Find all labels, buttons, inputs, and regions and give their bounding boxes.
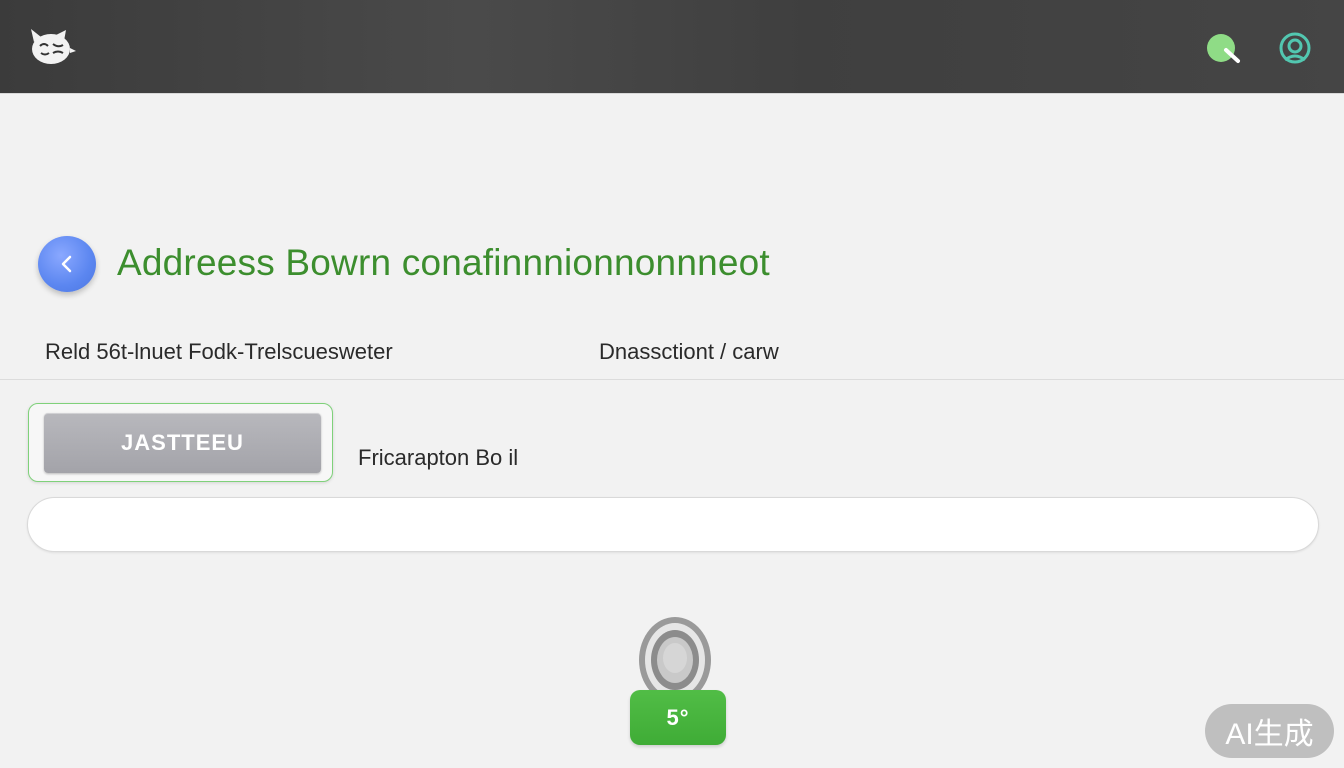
watermark-text: AI生成 xyxy=(1225,718,1314,751)
divider xyxy=(0,379,1344,380)
meta-left-text: Reld 56t-lnuet Fodk-Trelscuesweter xyxy=(45,339,393,364)
submit-button[interactable]: 5° xyxy=(630,690,726,745)
cat-logo-icon[interactable] xyxy=(26,26,76,68)
submit-button-label: 5° xyxy=(666,704,690,730)
top-bar xyxy=(0,0,1344,94)
meta-right-text: Dnassctiont / carw xyxy=(599,339,779,364)
text-input[interactable] xyxy=(27,497,1319,552)
action-label: Fricarapton Bo il xyxy=(358,445,519,470)
action-button-label: JASTTEEU xyxy=(121,430,244,455)
action-button-frame[interactable]: JASTTEEU xyxy=(28,403,333,482)
status-search-icon[interactable] xyxy=(1204,33,1244,65)
ai-watermark-badge: AI生成 xyxy=(1205,704,1334,758)
profile-icon[interactable] xyxy=(1276,30,1314,68)
back-button[interactable] xyxy=(38,236,96,292)
page-title: Addreess Bowrn conafinnnionnonnneot xyxy=(117,242,770,283)
action-button[interactable]: JASTTEEU xyxy=(44,413,321,473)
chevron-left-icon xyxy=(61,255,72,273)
